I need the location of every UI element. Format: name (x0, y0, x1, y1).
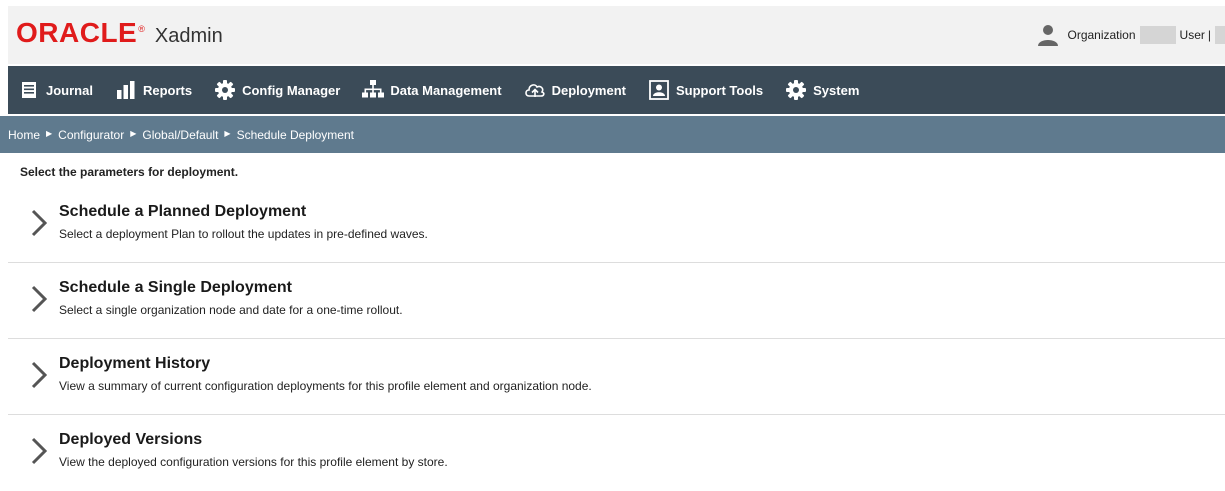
organization-label: Organization (1067, 28, 1136, 42)
main-nav: Journal Reports Config Manager Data Mana… (8, 66, 1225, 114)
option-title: Deployment History (59, 355, 211, 372)
nav-item-label: Config Manager (242, 82, 341, 98)
organization-value-redacted (1139, 26, 1176, 44)
option-deployed-versions[interactable]: Deployed Versions View the deployed conf… (8, 415, 1225, 491)
nav-item-deployment[interactable]: Deployment (524, 80, 626, 100)
nav-item-label: Support Tools (675, 82, 764, 98)
page-instruction: Select the parameters for deployment. (20, 165, 239, 179)
nav-item-support-tools[interactable]: Support Tools (648, 80, 763, 100)
breadcrumb: Home ▶ Configurator ▶ Global/Default ▶ S… (0, 116, 1225, 153)
user-icon (1037, 24, 1059, 46)
option-description: Select a deployment Plan to rollout the … (59, 227, 428, 241)
option-title: Deployed Versions (59, 431, 203, 448)
header-bar: ORACLE ® Xadmin Organization User | (8, 6, 1225, 64)
option-description: View a summary of current configuration … (59, 379, 592, 393)
app-name: Xadmin (154, 25, 223, 47)
chevron-right-icon (31, 437, 48, 465)
option-schedule-planned-deployment[interactable]: Schedule a Planned Deployment Select a d… (8, 187, 1225, 263)
nav-item-label: Data Management (390, 82, 502, 98)
logo-text: ORACLE (16, 17, 138, 48)
nav-item-label: System (813, 82, 860, 98)
nav-item-system[interactable]: System (785, 80, 859, 100)
hierarchy-icon (362, 80, 385, 100)
nav-item-config-manager[interactable]: Config Manager (214, 80, 340, 100)
chevron-right-icon (31, 285, 48, 313)
option-deployment-history[interactable]: Deployment History View a summary of cur… (8, 339, 1225, 415)
breadcrumb-current-page: Schedule Deployment (236, 127, 354, 142)
nav-item-label: Deployment (551, 82, 626, 98)
option-description: Select a single organization node and da… (59, 303, 403, 317)
breadcrumb-home[interactable]: Home (8, 128, 40, 142)
gear-icon (785, 80, 807, 100)
chevron-right-icon (31, 209, 48, 237)
nav-item-data-management[interactable]: Data Management (362, 80, 502, 100)
gear-icon (214, 80, 236, 100)
user-value-redacted (1215, 26, 1225, 44)
breadcrumb-separator-icon: ▶ (224, 129, 231, 138)
reports-bar-chart-icon (115, 80, 137, 100)
logo-registered-mark: ® (138, 24, 145, 34)
nav-item-label: Journal (46, 82, 93, 98)
oracle-logo[interactable]: ORACLE ® Xadmin (16, 19, 223, 50)
breadcrumb-separator-icon: ▶ (130, 129, 137, 138)
nav-item-reports[interactable]: Reports (115, 80, 192, 100)
journal-icon (18, 80, 40, 100)
option-title: Schedule a Planned Deployment (59, 203, 307, 220)
user-area: Organization User | (1037, 23, 1225, 47)
nav-item-journal[interactable]: Journal (18, 80, 93, 100)
option-schedule-single-deployment[interactable]: Schedule a Single Deployment Select a si… (8, 263, 1225, 339)
option-title: Schedule a Single Deployment (59, 279, 292, 296)
user-label: User (1179, 28, 1205, 42)
support-person-icon (648, 80, 670, 100)
nav-item-label: Reports (142, 82, 193, 98)
main-content: Select the parameters for deployment. Sc… (8, 153, 1225, 491)
option-description: View the deployed configuration versions… (59, 455, 448, 469)
chevron-right-icon (31, 361, 48, 389)
breadcrumb-configurator[interactable]: Configurator (58, 128, 124, 142)
header-separator: | (1207, 28, 1211, 42)
breadcrumb-separator-icon: ▶ (46, 129, 53, 138)
breadcrumb-global-default[interactable]: Global/Default (142, 128, 218, 142)
cloud-upload-icon (524, 80, 546, 100)
